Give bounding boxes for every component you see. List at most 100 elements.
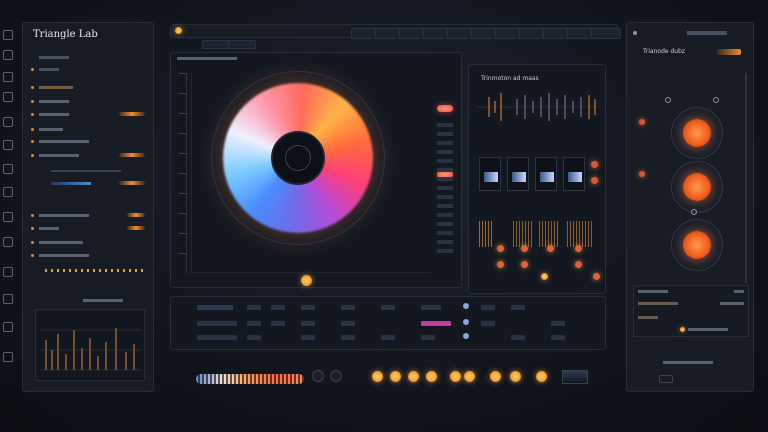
seq-step[interactable] [341,335,355,340]
knob-small[interactable] [312,370,324,382]
list-item[interactable] [31,151,145,160]
transport-button[interactable] [490,371,501,382]
doc-icon[interactable] [3,237,13,247]
code-icon[interactable] [3,294,13,304]
transport-button[interactable] [390,371,401,382]
toolbar-button[interactable] [591,28,621,39]
bolt-icon[interactable] [3,117,13,127]
tab[interactable] [228,40,256,49]
mixer-strip[interactable] [567,221,593,247]
footer-button[interactable] [659,375,673,383]
orange-knob-3[interactable] [671,219,723,271]
seq-step[interactable] [551,321,565,326]
seq-step[interactable] [247,321,261,326]
transport-button[interactable] [510,371,521,382]
toolbar-button[interactable] [567,28,593,39]
seq-step[interactable] [421,305,441,310]
mixer-knob[interactable] [547,245,554,252]
settings-indicator[interactable] [680,327,685,332]
mixer-knob[interactable] [575,261,582,268]
clock-icon[interactable] [3,164,13,174]
seq-step[interactable] [421,321,451,326]
seq-step[interactable] [381,335,395,340]
list-item[interactable] [31,53,145,62]
seq-step[interactable] [301,321,315,326]
list-item[interactable] [31,224,145,233]
globe-icon[interactable] [3,267,13,277]
toolbar-button[interactable] [471,28,497,39]
seq-step[interactable] [341,305,355,310]
side-indicator[interactable] [639,119,645,125]
header-button[interactable] [717,49,741,55]
knob-handle[interactable] [713,97,719,103]
slider[interactable] [31,166,145,175]
seq-step[interactable] [271,321,285,326]
toolbar-button[interactable] [495,28,521,39]
transport-button[interactable] [372,371,383,382]
mic-icon[interactable] [3,72,13,82]
knob-handle[interactable] [665,97,671,103]
list-item[interactable] [31,125,145,134]
seq-step[interactable] [341,321,355,326]
mixer-strip[interactable] [513,221,533,247]
monitor-thumb[interactable] [562,370,588,384]
toolbar-button[interactable] [447,28,473,39]
clip-thumb[interactable] [479,157,501,191]
list-item[interactable] [31,251,145,260]
clip-thumb[interactable] [507,157,529,191]
seq-step[interactable] [481,305,495,310]
mixer-knob[interactable] [497,245,504,252]
transport-button[interactable] [450,371,461,382]
bag-icon[interactable] [3,187,13,197]
transport-button[interactable] [536,371,547,382]
toolbar-button[interactable] [423,28,449,39]
knob-small[interactable] [330,370,342,382]
mixer-knob[interactable] [575,245,582,252]
toolbar-button[interactable] [519,28,545,39]
settings-row[interactable] [734,290,744,293]
settings-row[interactable] [720,302,744,305]
clip-indicator[interactable] [591,177,598,184]
vertical-scrollbar[interactable] [745,73,747,283]
clip-thumb[interactable] [535,157,557,191]
header-tabs[interactable] [687,31,727,35]
list-item[interactable] [31,97,145,106]
seq-step[interactable] [197,335,237,340]
seq-step[interactable] [197,321,237,326]
tab[interactable] [202,40,230,49]
record-indicator[interactable] [175,27,182,34]
list-item[interactable] [31,83,145,92]
seq-step[interactable] [511,305,525,310]
list-item[interactable] [31,65,145,74]
folder-icon[interactable] [3,30,13,40]
toggle-top[interactable] [437,105,453,112]
side-indicator[interactable] [639,171,645,177]
seq-dot[interactable] [463,333,469,339]
orange-knob-2[interactable] [671,161,723,213]
download-icon[interactable] [3,322,13,332]
toolbar-button[interactable] [399,28,425,39]
knob-handle[interactable] [691,209,697,215]
seq-step[interactable] [551,335,565,340]
seq-step[interactable] [271,305,285,310]
seq-dot[interactable] [463,303,469,309]
slider[interactable] [31,179,145,188]
settings-row[interactable] [638,290,668,293]
settings-row[interactable] [688,328,728,331]
list-item[interactable] [31,137,145,146]
seq-step[interactable] [247,305,261,310]
seq-dot[interactable] [463,319,469,325]
list-item[interactable] [31,110,145,119]
transport-button[interactable] [426,371,437,382]
list-icon[interactable] [3,50,13,60]
mixer-knob[interactable] [497,261,504,268]
chart-icon[interactable] [3,212,13,222]
seq-step[interactable] [301,335,315,340]
mixer-strip[interactable] [479,221,493,247]
settings-row[interactable] [638,302,678,305]
mixer-knob[interactable] [541,273,548,280]
transport-button[interactable] [408,371,419,382]
transport-button[interactable] [464,371,475,382]
mixer-knob[interactable] [521,245,528,252]
settings-row[interactable] [638,316,658,319]
